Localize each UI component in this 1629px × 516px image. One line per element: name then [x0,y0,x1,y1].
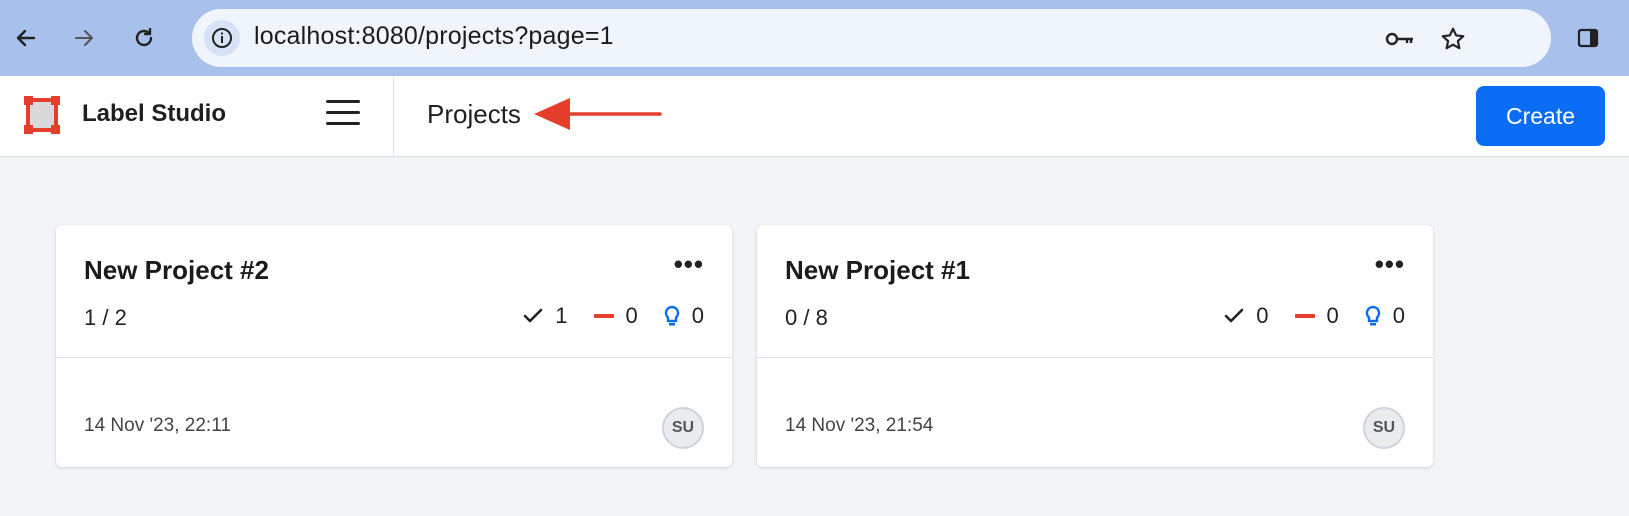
app-name[interactable]: Label Studio [82,100,226,128]
skipped-count: 0 [1326,303,1339,328]
completed-count: 0 [1256,303,1269,328]
task-progress: 0 / 8 [785,305,828,330]
sidebar-icon[interactable] [1568,18,1608,58]
header-divider [393,76,394,156]
skipped-stat: 0 [1294,303,1339,329]
address-bar[interactable]: localhost:8080/projects?page=1 [192,9,1551,67]
annotation-arrow-icon [534,98,662,130]
browser-toolbar: localhost:8080/projects?page=1 [0,0,1629,76]
more-options-icon[interactable]: ••• [674,249,704,280]
forward-arrow-icon[interactable] [64,18,104,58]
skipped-stat: 0 [593,303,638,329]
site-info-icon[interactable] [204,20,240,56]
user-avatar[interactable]: SU [662,407,704,449]
project-title[interactable]: New Project #1 [785,255,970,286]
card-divider [56,357,732,358]
hamburger-menu-icon[interactable] [326,100,360,130]
project-title[interactable]: New Project #2 [84,255,269,286]
completed-count: 1 [555,303,568,328]
task-progress: 1 / 2 [84,305,127,330]
reload-icon[interactable] [124,18,164,58]
back-arrow-icon[interactable] [6,18,46,58]
project-date: 14 Nov '23, 22:11 [84,415,231,436]
predictions-stat: 0 [1365,303,1405,329]
create-button[interactable]: Create [1476,86,1605,146]
completed-stat: 0 [1224,303,1269,329]
url-text: localhost:8080/projects?page=1 [254,22,614,50]
checkmark-icon [1224,308,1244,323]
project-card[interactable]: New Project #2 ••• 1 / 2 1 0 0 14 Nov '2… [56,225,732,467]
completed-stat: 1 [523,303,568,329]
skipped-dash-icon [1294,314,1315,318]
predictions-count: 0 [691,303,704,328]
predictions-stat: 0 [664,303,704,329]
skipped-count: 0 [625,303,638,328]
user-avatar[interactable]: SU [1363,407,1405,449]
more-options-icon[interactable]: ••• [1375,249,1405,280]
predictions-count: 0 [1392,303,1405,328]
label-studio-logo-icon[interactable] [24,96,60,134]
key-icon[interactable] [1385,24,1415,54]
card-divider [757,357,1433,358]
page-title: Projects [427,99,521,129]
lightbulb-icon [1365,305,1380,326]
project-card[interactable]: New Project #1 ••• 0 / 8 0 0 0 14 Nov '2… [757,225,1433,467]
project-date: 14 Nov '23, 21:54 [785,415,934,436]
app-header: Label Studio Projects Create [0,76,1629,157]
project-stats: 0 0 0 [1208,303,1405,329]
star-icon[interactable] [1438,24,1468,54]
checkmark-icon [523,308,543,323]
project-stats: 1 0 0 [507,303,704,329]
lightbulb-icon [664,305,679,326]
skipped-dash-icon [593,314,614,318]
